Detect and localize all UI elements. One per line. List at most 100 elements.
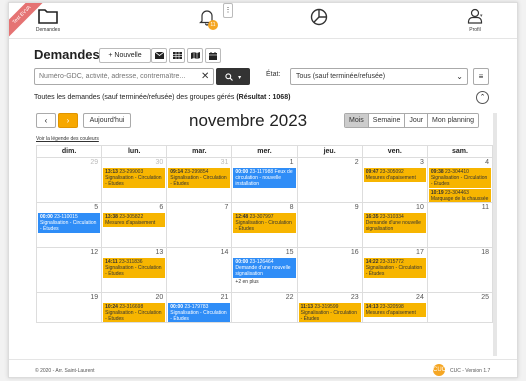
day-number[interactable]: 14 (221, 249, 229, 256)
day-number[interactable]: 5 (94, 204, 98, 211)
day-number[interactable]: 2 (355, 159, 359, 166)
day-number[interactable]: 4 (485, 159, 489, 166)
calendar-day-cell[interactable]: 11 (427, 203, 493, 248)
nav-profile[interactable]: ▾ Profil (461, 8, 489, 33)
search-input[interactable] (34, 68, 214, 85)
list-options-button[interactable]: ≡ (473, 68, 489, 85)
day-number[interactable]: 11 (482, 204, 489, 211)
day-number[interactable]: 8 (290, 204, 294, 211)
calendar-day-cell[interactable]: 15 00:00 23-126464 Demande d'une nouvelle… (232, 248, 298, 293)
calendar-event[interactable]: 00:00 23-126464 Demande d'une nouvelle s… (233, 258, 296, 278)
calendar-day-cell[interactable]: 4 09:38 23-304410 Signalisation - Circula… (427, 158, 493, 203)
more-events-link[interactable]: +2 en plus (233, 279, 295, 285)
day-number[interactable]: 1 (290, 159, 294, 166)
calendar-day-cell[interactable]: 31 09:14 23-299854 Signalisation - Circul… (167, 158, 233, 203)
calendar-event[interactable]: 13:38 23-305822 Mesures d'apaisement (103, 213, 166, 227)
calendar-event[interactable]: 14:13 23-320598 Mesures d'apaisement (363, 303, 426, 317)
calendar-event[interactable]: 09:14 23-299854 Signalisation - Circulat… (168, 168, 231, 188)
next-month-button[interactable]: › (58, 113, 78, 128)
collapse-button[interactable]: ⌃ (476, 91, 489, 104)
calendar-event[interactable]: 16:35 23-310334 Demande d'une nouvelle s… (363, 213, 426, 233)
calendar-day-cell[interactable]: 10 16:35 23-310334 Demande d'une nouvelle… (362, 203, 428, 248)
state-select[interactable]: Tous (sauf terminée/refusée) ⌄ (290, 68, 468, 85)
calendar-day-cell[interactable]: 8 12:48 23-307997 Signalisation - Circula… (232, 203, 298, 248)
calendar-day-cell[interactable]: 2 (297, 158, 363, 203)
today-button[interactable]: Aujourd'hui (83, 113, 131, 128)
day-number[interactable]: 3 (420, 159, 424, 166)
view-week-button[interactable]: Semaine (368, 114, 406, 127)
day-number[interactable]: 31 (221, 159, 229, 166)
calendar-day-cell[interactable]: 12 (37, 248, 103, 293)
day-number[interactable]: 22 (286, 294, 294, 301)
calendar-day-cell[interactable]: 19 (37, 293, 103, 323)
calendar-day-cell[interactable]: 5 00:00 23-110015 Signalisation - Circula… (37, 203, 103, 248)
calendar-day-cell[interactable]: 6 13:38 23-305822 Mesures d'apaisement (102, 203, 168, 248)
calendar-day-cell[interactable]: 16 (297, 248, 363, 293)
calendar-day-cell[interactable]: 21 00:00 23-179783 Signalisation - Circul… (167, 293, 233, 323)
calendar-day-cell[interactable]: 1 00:00 23-117988 Feux de circulation - n… (232, 158, 298, 203)
search-button[interactable]: ▾ (216, 68, 250, 85)
day-number[interactable]: 17 (416, 249, 424, 256)
more-options-button[interactable]: ⋮ (223, 3, 233, 18)
nav-statistics[interactable] (307, 8, 331, 28)
calendar-event[interactable]: 10:19 23-304463 Marquage de la chaussée … (428, 189, 491, 202)
calendar-view-button[interactable] (205, 48, 221, 63)
clear-search-icon[interactable]: ✕ (201, 69, 209, 84)
view-month-button[interactable]: Mois (345, 114, 369, 127)
day-number[interactable]: 10 (416, 204, 424, 211)
calendar-day-cell[interactable]: 20 10:24 23-316698 Signalisation - Circul… (102, 293, 168, 323)
day-number[interactable]: 12 (90, 249, 98, 256)
day-number[interactable]: 13 (155, 249, 163, 256)
calendar-day-cell[interactable]: 3 09:47 23-305092 Mesures d'apaisement (362, 158, 428, 203)
calendar-event[interactable]: 09:47 23-305092 Mesures d'apaisement (363, 168, 426, 182)
map-view-button[interactable] (187, 48, 203, 63)
chevron-right-icon: › (66, 116, 70, 125)
day-number[interactable]: 19 (90, 294, 98, 301)
nav-demandes[interactable]: Demandes (33, 8, 63, 33)
calendar-day-cell[interactable]: 18 (427, 248, 493, 293)
calendar-day-cell[interactable]: 14 (167, 248, 233, 293)
calendar-event[interactable]: 09:38 23-304410 Signalisation - Circulat… (428, 168, 491, 188)
table-view-button[interactable] (169, 48, 185, 63)
email-button[interactable] (151, 48, 167, 63)
day-number[interactable]: 15 (286, 249, 294, 256)
day-number[interactable]: 18 (481, 249, 489, 256)
calendar-event[interactable]: 13:13 23-299003 Signalisation - Circulat… (103, 168, 166, 188)
day-number[interactable]: 20 (155, 294, 163, 301)
day-number[interactable]: 7 (225, 204, 229, 211)
calendar-event[interactable]: 14:22 23-315772 Signalisation - Circulat… (363, 258, 426, 278)
calendar-day-cell[interactable]: 22 (232, 293, 298, 323)
calendar-day-cell[interactable]: 9 (297, 203, 363, 248)
color-legend-link[interactable]: Voir la légende des couleurs (36, 136, 99, 142)
day-number[interactable]: 9 (355, 204, 359, 211)
day-number[interactable]: 16 (351, 249, 359, 256)
day-number[interactable]: 23 (351, 294, 359, 301)
scrollbar[interactable] (493, 113, 497, 356)
day-number[interactable]: 24 (416, 294, 424, 301)
calendar-event[interactable]: 00:00 23-117988 Feux de circulation - no… (233, 168, 296, 188)
calendar-event[interactable]: 10:24 23-316698 Signalisation - Circulat… (103, 303, 166, 322)
nav-notifications[interactable]: 11 (195, 8, 219, 30)
day-number[interactable]: 6 (159, 204, 163, 211)
view-my-planning-button[interactable]: Mon planning (428, 114, 479, 127)
day-number[interactable]: 29 (90, 159, 98, 166)
calendar-day-cell[interactable]: 29 (37, 158, 103, 203)
day-number[interactable]: 30 (155, 159, 163, 166)
calendar-day-cell[interactable]: 23 11:13 23-319599 Signalisation - Circul… (297, 293, 363, 323)
calendar-event[interactable]: 12:48 23-307997 Signalisation - Circulat… (233, 213, 296, 233)
new-request-button[interactable]: + Nouvelle (99, 48, 151, 63)
calendar-day-cell[interactable]: 25 (427, 293, 493, 323)
previous-month-button[interactable]: ‹ (36, 113, 56, 128)
day-number[interactable]: 21 (221, 294, 229, 301)
calendar-event[interactable]: 11:13 23-319599 Signalisation - Circulat… (298, 303, 361, 322)
calendar-event[interactable]: 00:00 23-110015 Signalisation - Circulat… (38, 213, 101, 233)
calendar-day-cell[interactable]: 13 14:11 23-311836 Signalisation - Circul… (102, 248, 168, 293)
calendar-event[interactable]: 00:00 23-179783 Signalisation - Circulat… (168, 303, 231, 322)
calendar-day-cell[interactable]: 17 14:22 23-315772 Signalisation - Circul… (362, 248, 428, 293)
calendar-day-cell[interactable]: 30 13:13 23-299003 Signalisation - Circul… (102, 158, 168, 203)
calendar-day-cell[interactable]: 7 (167, 203, 233, 248)
view-day-button[interactable]: Jour (405, 114, 429, 127)
calendar-day-cell[interactable]: 24 14:13 23-320598 Mesures d'apaisement (362, 293, 428, 323)
day-number[interactable]: 25 (481, 294, 489, 301)
calendar-event[interactable]: 14:11 23-311836 Signalisation - Circulat… (103, 258, 166, 278)
